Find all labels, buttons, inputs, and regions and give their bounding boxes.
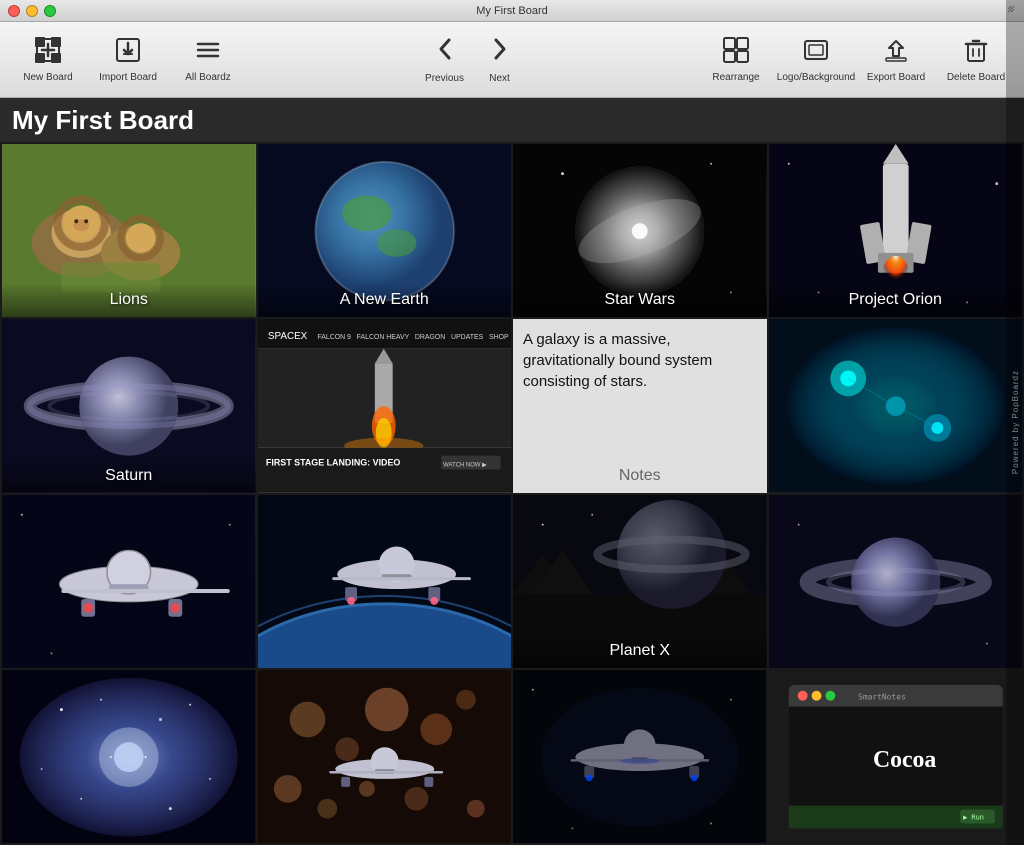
import-board-label: Import Board [99,72,157,83]
logo-background-icon [802,36,830,68]
next-icon [486,35,514,69]
svg-text:SPACEX: SPACEX [267,331,307,342]
export-board-icon [882,36,910,68]
delete-board-label: Delete Board [947,72,1005,83]
maximize-button[interactable] [44,5,56,17]
rearrange-button[interactable]: Rearrange [696,26,776,94]
grid-item-notes[interactable]: A galaxy is a massive, gravitationally b… [513,319,767,492]
export-board-label: Export Board [867,72,925,83]
grid-item-cocoa[interactable]: SmartNotes Cocoa ▶ Run [769,670,1023,843]
notes-label: Notes [513,459,767,493]
rearrange-icon [722,36,750,68]
svg-text:WATCH NOW ▶: WATCH NOW ▶ [443,463,487,469]
new-board-button[interactable]: New Board [8,26,88,94]
all-boardz-icon [194,36,222,68]
delete-board-button[interactable]: Delete Board [936,26,1016,94]
all-boardz-label: All Boardz [185,72,231,83]
star-wars-label: Star Wars [513,283,767,317]
svg-text:SmartNotes: SmartNotes [858,692,906,701]
grid-item-project-orion[interactable]: Project Orion [769,144,1023,317]
minimize-button[interactable] [26,5,38,17]
new-board-label: New Board [23,72,72,83]
svg-text:Cocoa: Cocoa [872,747,935,773]
grid-item-cosmic[interactable] [769,319,1023,492]
grid-item-enterprise1[interactable] [2,495,256,668]
delete-board-icon [962,36,990,68]
import-board-icon [114,36,142,68]
powered-by-label: Powered by PopBoardz [1006,0,1024,845]
logo-background-label: Logo/Background [777,72,855,83]
export-board-button[interactable]: Export Board [856,26,936,94]
grid-item-planet-x[interactable]: Planet X [513,495,767,668]
powered-by-text: Powered by PopBoardz [1011,370,1020,474]
close-button[interactable] [8,5,20,17]
notes-text: A galaxy is a massive, gravitationally b… [513,319,767,402]
svg-text:▶ Run: ▶ Run [963,813,984,821]
new-earth-label: A New Earth [258,283,512,317]
logo-background-button[interactable]: Logo/Background [776,26,856,94]
window-title: My First Board [476,5,548,17]
grid-item-lions[interactable]: Lions [2,144,256,317]
page-title-bar: My First Board [0,98,1024,142]
lions-label: Lions [2,283,256,317]
board-grid: Lions A New Earth [0,142,1024,845]
grid-item-saturn2[interactable] [769,495,1023,668]
svg-text:FIRST STAGE LANDING: VIDEO: FIRST STAGE LANDING: VIDEO [265,458,399,468]
grid-item-spacex[interactable]: SPACEX FALCON 9 FALCON HEAVY DRAGON UPDA… [258,319,512,492]
previous-icon [431,35,459,69]
toolbar: New Board Import Board All Boardz [0,22,1024,98]
grid-item-asteroids[interactable] [258,670,512,843]
rearrange-label: Rearrange [712,72,759,83]
grid-item-enterprise2[interactable] [258,495,512,668]
import-board-button[interactable]: Import Board [88,26,168,94]
new-board-icon [34,36,62,68]
next-button[interactable]: Next [472,26,527,94]
project-orion-label: Project Orion [769,283,1023,317]
previous-button[interactable]: Previous [417,26,472,94]
grid-item-new-earth[interactable]: A New Earth [258,144,512,317]
next-label: Next [489,73,510,84]
saturn-label: Saturn [2,459,256,493]
planet-x-label: Planet X [513,634,767,668]
grid-item-enterprise3[interactable] [513,670,767,843]
all-boardz-button[interactable]: All Boardz [168,26,248,94]
grid-item-star-wars[interactable]: Star Wars [513,144,767,317]
grid-item-saturn[interactable]: Saturn [2,319,256,492]
svg-text:FALCON 9 FALCON HEAVY DRAG: FALCON 9 FALCON HEAVY DRAGON UPDATES SHO… [317,334,511,341]
page-title: My First Board [12,105,194,136]
window-controls [8,5,56,17]
previous-label: Previous [425,73,464,84]
title-bar: My First Board [0,0,1024,22]
grid-item-stars[interactable] [2,670,256,843]
